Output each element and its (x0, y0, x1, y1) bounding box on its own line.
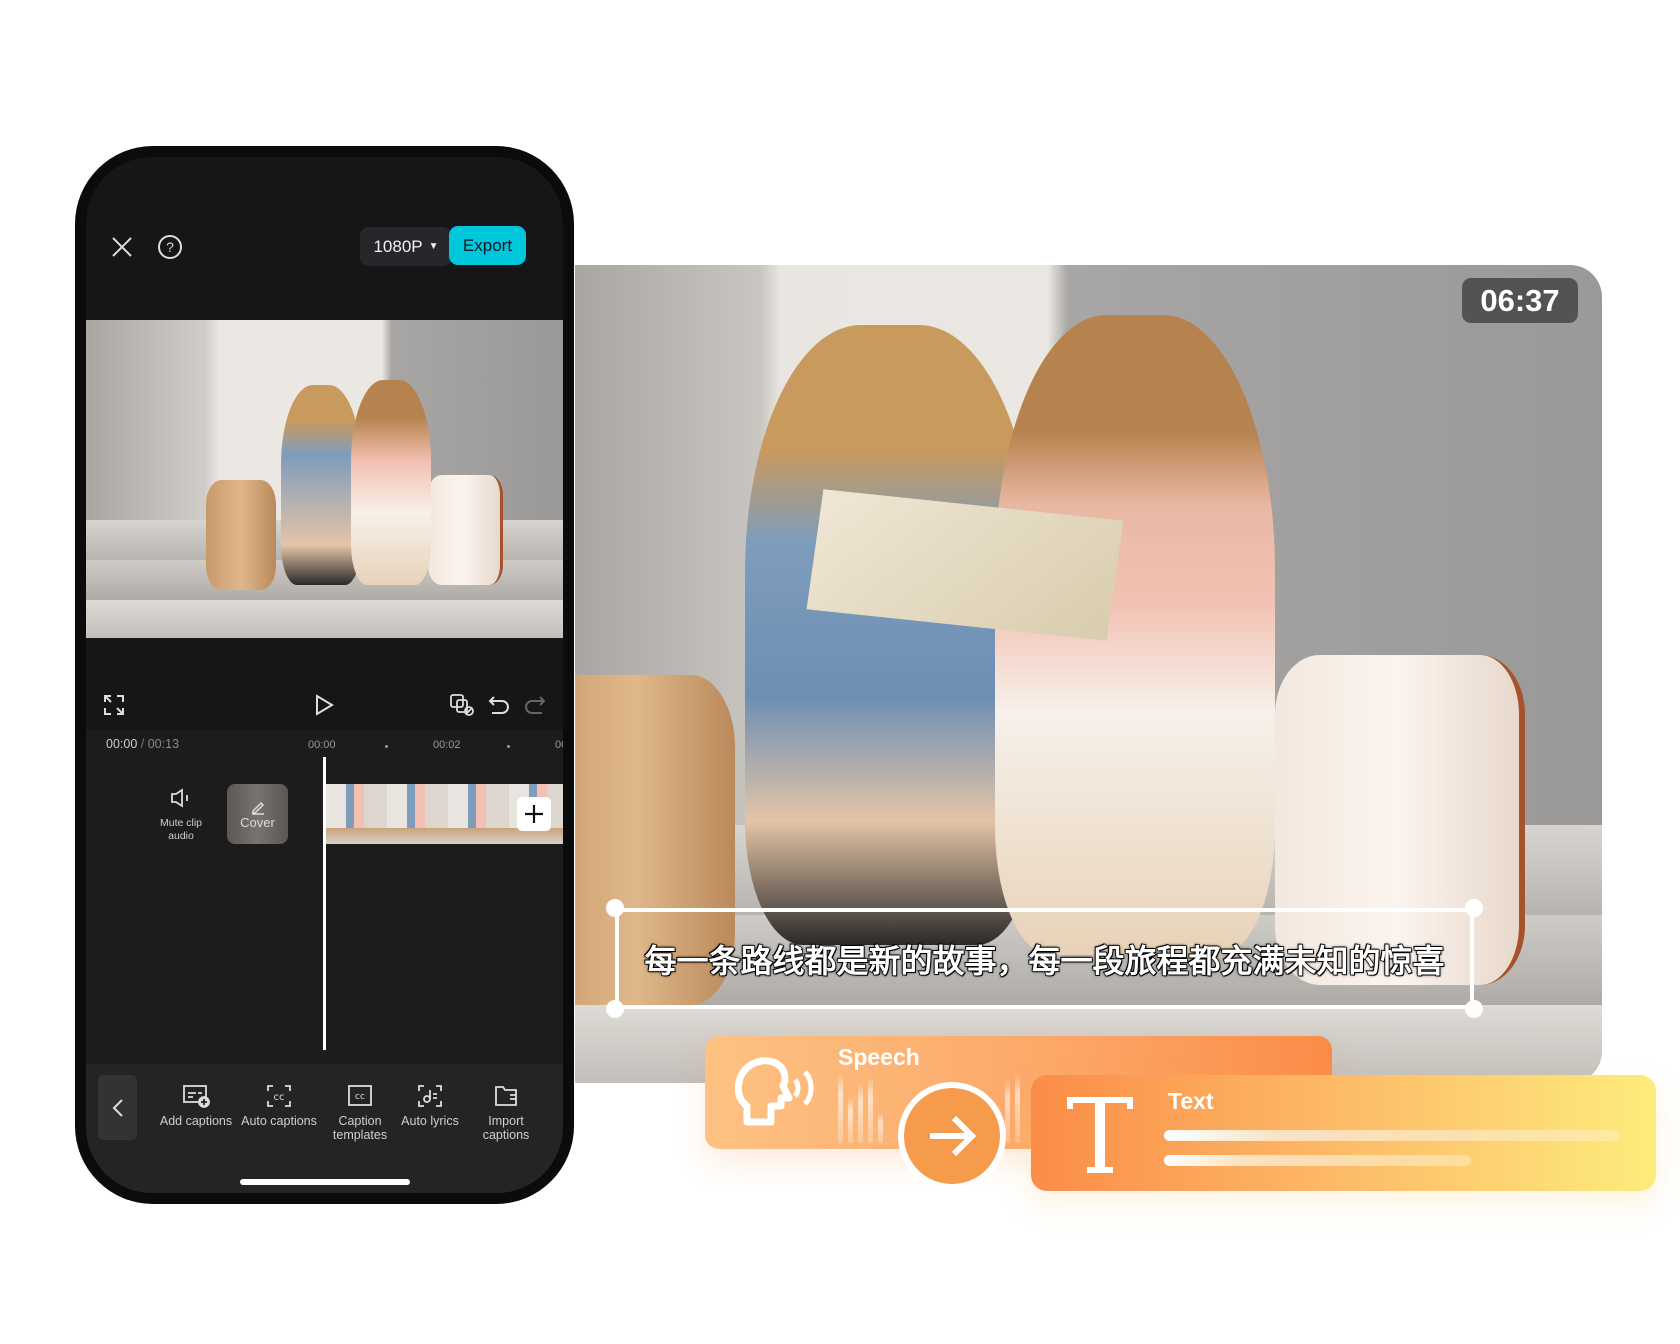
time-readout: 00:00 / 00:13 (106, 737, 179, 751)
home-indicator (240, 1179, 410, 1185)
speaking-head-icon (735, 1057, 814, 1126)
add-clip-button[interactable] (517, 797, 551, 831)
waveform-bar (838, 1073, 843, 1143)
waveform-bar (848, 1097, 853, 1143)
convert-arrow (898, 1082, 1006, 1190)
add-captions-button[interactable]: Add captions (154, 1084, 238, 1128)
text-card: Text (1031, 1075, 1656, 1191)
phone-frame: ? 1080P ▼ Export 00:00 / 00:13 00:00 00:… (75, 146, 574, 1204)
auto-captions-button[interactable]: cc Auto captions (237, 1084, 321, 1128)
ruler-label: 00 (555, 739, 563, 751)
tool-label: templates (332, 1128, 388, 1142)
mute-label: Mute clip (159, 817, 202, 829)
auto-captions-icon: cc (267, 1085, 291, 1107)
duration-timer: 06:37 (1462, 278, 1578, 323)
cover-label: Cover (240, 814, 275, 830)
auto-lyrics-icon (418, 1085, 442, 1107)
help-icon[interactable]: ? (157, 234, 183, 260)
resolution-dropdown[interactable]: 1080P ▼ (360, 227, 452, 266)
resize-handle[interactable] (606, 1000, 624, 1018)
add-captions-icon (183, 1085, 210, 1108)
fullscreen-icon[interactable] (102, 693, 126, 717)
export-button[interactable]: Export (449, 226, 526, 265)
time-separator: / (140, 737, 145, 751)
caption-templates-icon: cc (348, 1085, 372, 1106)
playhead[interactable] (323, 757, 326, 1050)
speech-label: Speech (838, 1044, 920, 1070)
import-captions-icon (495, 1086, 517, 1106)
text-label: Text (1168, 1088, 1214, 1114)
svg-text:?: ? (166, 239, 174, 255)
cover-button[interactable]: Cover (227, 784, 288, 844)
caption-text[interactable]: 每一条路线都是新的故事，每一段旅程都充满未知的惊喜 (619, 936, 1470, 982)
undo-icon[interactable] (487, 693, 511, 717)
tool-label: Auto lyrics (401, 1114, 459, 1128)
resolution-value: 1080P (373, 236, 423, 256)
speaker-icon (171, 788, 188, 808)
auto-lyrics-button[interactable]: Auto lyrics (400, 1084, 460, 1128)
import-captions-button[interactable]: Import captions (476, 1084, 536, 1142)
resize-handle[interactable] (1465, 899, 1483, 917)
ruler-dot (507, 745, 510, 748)
tool-label: Auto captions (241, 1114, 317, 1128)
arrow-right-icon (930, 1115, 977, 1157)
ruler-dot (385, 745, 388, 748)
pencil-icon (251, 801, 264, 815)
plus-icon (525, 805, 543, 823)
keyframe-icon[interactable] (449, 693, 475, 717)
tool-label: Add captions (159, 1114, 233, 1128)
text-line-placeholder (1164, 1155, 1471, 1166)
video-preview: 06:37 每一条路线都是新的故事，每一段旅程都充满未知的惊喜 (575, 265, 1602, 1083)
caption-toolbar: Add captions cc Auto captions cc Caption… (86, 1064, 563, 1193)
current-time: 00:00 (106, 737, 138, 751)
resize-handle[interactable] (1465, 1000, 1483, 1018)
svg-text:cc: cc (355, 1092, 365, 1102)
tool-label: Import (488, 1114, 524, 1128)
waveform-bar (1015, 1073, 1020, 1143)
waveform-bar (858, 1083, 863, 1143)
text-line-placeholder (1164, 1130, 1619, 1141)
caret-down-icon: ▼ (428, 241, 439, 252)
mute-label: audio (168, 830, 194, 842)
phone-screen: ? 1080P ▼ Export 00:00 / 00:13 00:00 00:… (86, 157, 563, 1193)
caption-selection-box[interactable]: 每一条路线都是新的故事，每一段旅程都充满未知的惊喜 (606, 899, 1483, 1018)
close-icon[interactable] (110, 235, 134, 259)
tool-label: captions (482, 1128, 530, 1142)
ruler-label: 00:02 (433, 739, 461, 751)
caption-templates-button[interactable]: cc Caption templates (318, 1084, 402, 1142)
resize-handle[interactable] (606, 899, 624, 917)
timeline[interactable]: 00:00 / 00:13 00:00 00:02 00 Mute clip a… (86, 730, 563, 1064)
waveform-bar (868, 1077, 873, 1143)
play-icon[interactable] (312, 693, 336, 717)
back-button[interactable] (98, 1075, 137, 1140)
waveform-bar (878, 1113, 883, 1143)
tool-label: Caption (338, 1114, 382, 1128)
phone-preview-photo (86, 320, 563, 638)
text-t-icon (1067, 1097, 1133, 1173)
ruler-label: 00:00 (308, 739, 336, 751)
total-time: 00:13 (147, 737, 180, 751)
chevron-left-icon (112, 1098, 123, 1117)
svg-text:cc: cc (274, 1092, 285, 1103)
mute-clip-audio-button[interactable]: Mute clip audio (146, 788, 216, 843)
redo-icon[interactable] (523, 693, 547, 717)
